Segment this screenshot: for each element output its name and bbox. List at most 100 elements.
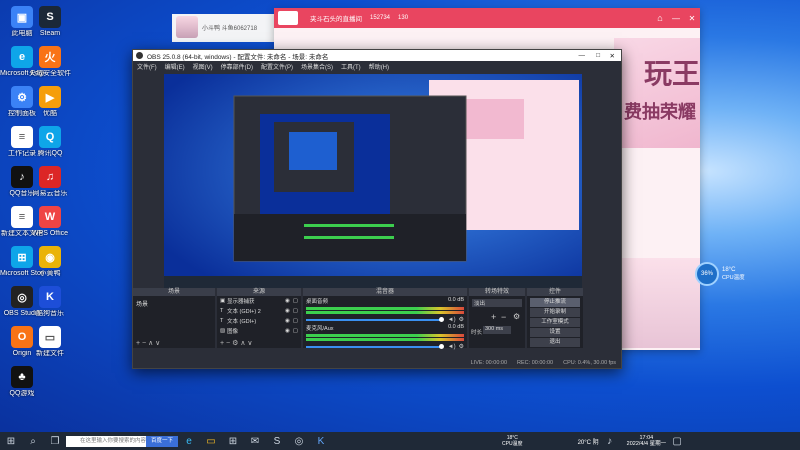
obs-close-icon[interactable]: ✕ — [610, 52, 615, 60]
desktop-icon[interactable]: ▶ 优酷 — [28, 86, 72, 118]
desktop-app-icon: ♫ — [39, 166, 61, 188]
control-button[interactable]: 停止推流 — [530, 298, 580, 307]
desktop-icon[interactable]: ♫ 网易云音乐 — [28, 166, 72, 198]
obs-minimize-icon[interactable]: — — [579, 52, 586, 59]
source-down-icon[interactable]: ∨ — [247, 340, 252, 347]
steam-icon[interactable]: S — [269, 433, 285, 449]
obs-maximize-icon[interactable]: □ — [596, 52, 600, 59]
add-source-icon[interactable]: + — [220, 340, 224, 347]
visibility-icon[interactable]: ◉ — [285, 308, 290, 314]
add-scene-icon[interactable]: + — [136, 340, 140, 347]
mixer-header: 混音器 — [303, 288, 467, 296]
controls-header: 控件 — [527, 288, 583, 296]
mute-icon[interactable]: ◄) — [448, 317, 456, 323]
desktop-app-icon: ♣ — [11, 366, 33, 388]
source-label: 图像 — [227, 329, 239, 335]
volume-icon[interactable]: ♪ — [602, 433, 618, 449]
scene-item[interactable]: 场景 — [133, 296, 215, 311]
obs-menu-item[interactable]: 工具(T) — [341, 62, 361, 71]
obs-menu-item[interactable]: 停靠部件(D) — [221, 62, 253, 71]
slider-handle[interactable] — [438, 344, 444, 349]
source-up-icon[interactable]: ∧ — [240, 340, 245, 347]
source-item[interactable]: ▣ 显示器捕获 ◉ ▢ — [217, 296, 301, 306]
explorer-icon[interactable]: ▭ — [203, 433, 219, 449]
notification-icon[interactable]: ▢ — [669, 433, 685, 449]
obs-menu-item[interactable]: 编辑(E) — [165, 62, 185, 71]
control-button[interactable]: 退出 — [530, 338, 580, 347]
promo-large: 玩王 — [644, 59, 700, 90]
desktop-icon-label: 网易云音乐 — [32, 190, 68, 197]
controls-dock: 停止推流 开始录制 工作室模式 设置 退出 — [527, 296, 583, 348]
source-item[interactable]: ▨ 图像 ◉ ▢ — [217, 326, 301, 336]
edge-icon[interactable]: e — [181, 433, 197, 449]
cpu-temp-widget[interactable]: 36% 18°C CPU温度 — [695, 262, 751, 286]
minimize-icon[interactable]: — — [668, 14, 684, 23]
lock-icon[interactable]: ▢ — [293, 298, 298, 304]
browser-logo — [278, 11, 298, 25]
close-icon[interactable]: ✕ — [684, 14, 700, 23]
desktop-icon[interactable]: ▭ 新建文件 — [28, 326, 72, 358]
visibility-icon[interactable]: ◉ — [285, 298, 290, 304]
obs-menu-item[interactable]: 帮助(H) — [369, 62, 389, 71]
desktop-app-icon: W — [39, 206, 61, 228]
promo-footer — [612, 258, 700, 348]
clock[interactable]: 17:04 2022/4/4 星期一 — [627, 435, 666, 447]
desktop-icon[interactable]: ♣ QQ游戏 — [0, 366, 44, 398]
obs-menu-item[interactable]: 场景集合(S) — [301, 62, 333, 71]
volume-meter — [306, 307, 464, 310]
transition-remove-icon[interactable]: − — [501, 312, 506, 322]
transition-add-icon[interactable]: + — [491, 312, 496, 322]
home-icon[interactable]: ⌂ — [652, 13, 668, 23]
obs-menu-item[interactable]: 视图(V) — [193, 62, 213, 71]
duration-input[interactable]: 300 ms — [483, 326, 511, 334]
transition-settings-icon[interactable]: ⚙ — [513, 312, 520, 321]
desktop-icon[interactable]: W WPS Office — [28, 206, 72, 238]
obs-menu-item[interactable]: 配置文件(P) — [261, 62, 293, 71]
search-icon[interactable]: ⌕ — [25, 433, 41, 449]
viewer-count: 130 — [398, 15, 409, 21]
track-settings-icon[interactable]: ⚙ — [459, 343, 464, 350]
lock-icon[interactable]: ▢ — [293, 308, 298, 314]
lock-icon[interactable]: ▢ — [293, 318, 298, 324]
track-name: 麦克风/Aux — [306, 326, 334, 332]
desktop-icon[interactable]: Q 腾讯QQ — [28, 126, 72, 158]
transition-select[interactable]: 淡出 — [472, 299, 522, 307]
mute-icon[interactable]: ◄) — [448, 344, 456, 350]
control-button[interactable]: 开始录制 — [530, 308, 580, 317]
obs-menu-item[interactable]: 文件(F) — [137, 62, 157, 71]
start-icon[interactable]: ⊞ — [3, 433, 19, 449]
obs-window[interactable]: OBS 25.0.8 (64-bit, windows) - 配置文件: 未命名… — [132, 49, 622, 369]
search-input[interactable]: 在这里输入你要搜索的内容 — [66, 435, 146, 447]
source-settings-icon[interactable]: ⚙ — [232, 340, 238, 347]
volume-slider[interactable] — [306, 318, 441, 321]
visibility-icon[interactable]: ◉ — [285, 328, 290, 334]
desktop-app-icon: Q — [39, 126, 61, 148]
search-button[interactable]: 百度一下 — [146, 435, 178, 447]
desktop-icon[interactable]: S Steam — [28, 6, 72, 38]
remove-scene-icon[interactable]: − — [142, 340, 146, 347]
remove-source-icon[interactable]: − — [226, 340, 230, 347]
store-icon[interactable]: ⊞ — [225, 433, 241, 449]
control-button[interactable]: 工作室模式 — [530, 318, 580, 327]
obs-preview[interactable] — [164, 74, 582, 288]
weather-tray[interactable]: 20°C 阴 — [578, 437, 599, 446]
transitions-dock: 淡出 + − ⚙ 时长 300 ms — [469, 296, 525, 348]
kugou-icon[interactable]: K — [313, 433, 329, 449]
source-item[interactable]: T 文本 (GDI+) 2 ◉ ▢ — [217, 306, 301, 316]
mail-icon[interactable]: ✉ — [247, 433, 263, 449]
scene-down-icon[interactable]: ∨ — [155, 340, 160, 347]
desktop-icon[interactable]: K 酷狗音乐 — [28, 286, 72, 318]
desktop-icon[interactable]: 火火绒安全软件 — [28, 46, 72, 78]
avatar[interactable] — [176, 16, 198, 38]
desktop-icon[interactable]: ◉ 小黄鸭 — [28, 246, 72, 278]
track-settings-icon[interactable]: ⚙ — [459, 316, 464, 323]
scene-up-icon[interactable]: ∧ — [148, 340, 153, 347]
slider-handle[interactable] — [438, 317, 444, 322]
task-view-icon[interactable]: ❐ — [47, 433, 63, 449]
control-button[interactable]: 设置 — [530, 328, 580, 337]
source-item[interactable]: T 文本 (GDI+) ◉ ▢ — [217, 316, 301, 326]
lock-icon[interactable]: ▢ — [293, 328, 298, 334]
visibility-icon[interactable]: ◉ — [285, 318, 290, 324]
obs-task-icon[interactable]: ◎ — [291, 433, 307, 449]
volume-slider[interactable] — [306, 345, 441, 348]
